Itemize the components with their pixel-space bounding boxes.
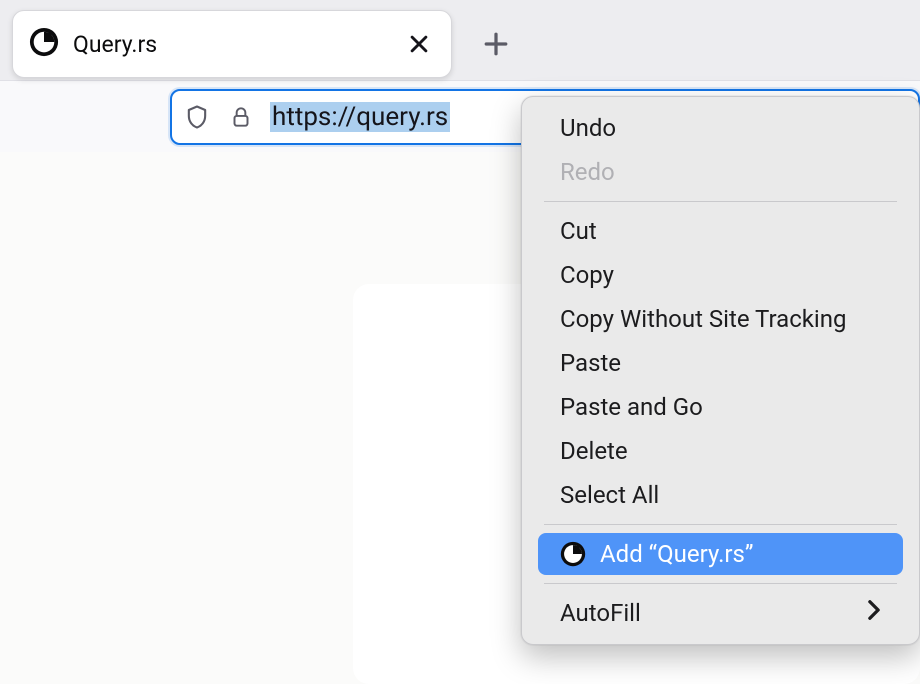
menu-select-all[interactable]: Select All [538,474,903,516]
context-menu: Undo Redo Cut Copy Copy Without Site Tra… [521,96,920,645]
tab-title: Query.rs [73,31,385,58]
menu-add-search-engine[interactable]: Add “Query.rs” [538,533,903,575]
chevron-right-icon [867,599,881,627]
menu-copy-clean[interactable]: Copy Without Site Tracking [538,298,903,340]
menu-paste-go[interactable]: Paste and Go [538,386,903,428]
lock-icon[interactable] [226,102,256,132]
favicon-queryrs-icon [560,541,586,567]
menu-paste[interactable]: Paste [538,342,903,384]
shield-icon[interactable] [182,102,212,132]
menu-separator [544,524,897,525]
new-tab-button[interactable] [472,20,520,68]
tab-bar: Query.rs [0,0,920,80]
tab-active[interactable]: Query.rs [12,10,452,78]
menu-separator [544,201,897,202]
menu-redo: Redo [538,151,903,193]
close-icon [408,33,430,55]
menu-copy[interactable]: Copy [538,254,903,296]
favicon-queryrs-icon [29,27,59,61]
close-tab-button[interactable] [399,24,439,64]
menu-autofill-label: AutoFill [560,599,641,627]
menu-cut[interactable]: Cut [538,210,903,252]
menu-add-search-engine-label: Add “Query.rs” [600,540,754,568]
menu-delete[interactable]: Delete [538,430,903,472]
url-text[interactable]: https://query.rs [270,102,450,132]
menu-separator [544,583,897,584]
plus-icon [483,31,509,57]
menu-autofill[interactable]: AutoFill [538,592,903,634]
menu-undo[interactable]: Undo [538,107,903,149]
